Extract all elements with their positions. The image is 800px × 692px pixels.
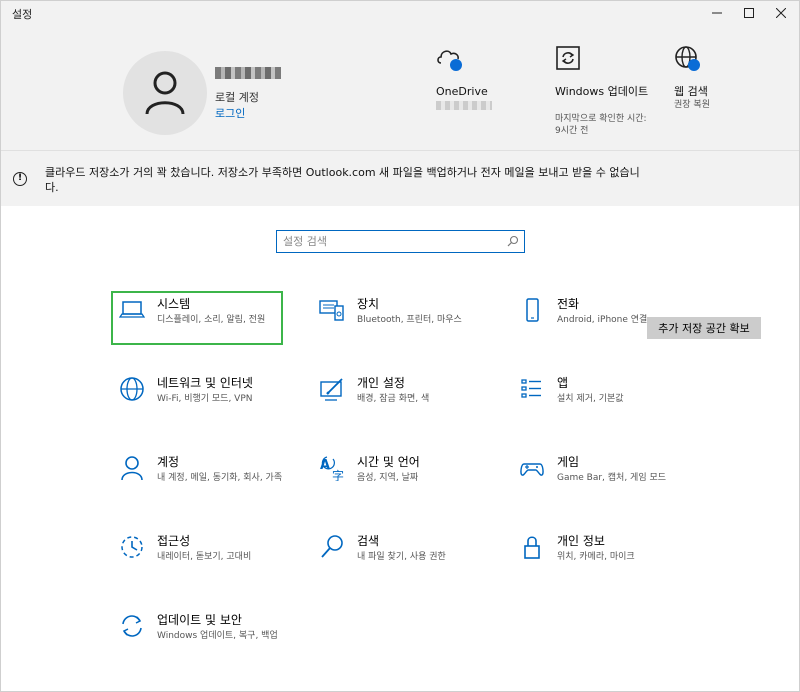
tile-name: 개인 정보 (557, 534, 605, 548)
window-title: 설정 (12, 8, 33, 21)
onedrive-cloud-icon (437, 50, 462, 71)
tile-name: 장치 (357, 297, 380, 311)
tile-devices[interactable]: 장치 Bluetooth, 프린터, 마우스 (313, 293, 485, 347)
game-controller-icon (520, 463, 544, 476)
web-search-globe-icon (675, 46, 700, 71)
tile-network[interactable]: 네트워크 및 인터넷 Wi-Fi, 비행기 모드, VPN (113, 372, 285, 426)
tile-desc: Windows 업데이트, 복구, 백업 (157, 631, 278, 641)
close-button[interactable] (763, 1, 799, 25)
svg-text:A: A (320, 458, 330, 473)
globe-icon (120, 377, 144, 401)
settings-window: 설정 로컬 계정 로그인 OneDrive Windows 업데이트 마지막으로… (0, 0, 800, 692)
ease-of-access-icon (121, 536, 143, 558)
magnifier-icon (321, 535, 343, 558)
tile-desc: 내 계정, 메일, 동기화, 회사, 가족 (157, 473, 283, 483)
devices-icon (319, 300, 344, 321)
tile-update-security[interactable]: 업데이트 및 보안 Windows 업데이트, 복구, 백업 (113, 609, 285, 663)
tile-desc: 디스플레이, 소리, 알림, 전원 (157, 315, 266, 325)
tile-desc: Android, iPhone 연결 (557, 315, 648, 325)
tile-accessibility[interactable]: 접근성 내레이터, 돋보기, 고대비 (113, 530, 285, 584)
tile-time-language[interactable]: A 字 시간 및 언어 음성, 지역, 날짜 (313, 451, 485, 505)
tile-desc: Game Bar, 캡처, 게임 모드 (557, 473, 667, 483)
tile-desc: 위치, 카메라, 마이크 (557, 552, 635, 562)
tile-search[interactable]: 검색 내 파일 찾기, 사용 권한 (313, 530, 485, 584)
tile-name: 접근성 (157, 534, 191, 548)
laptop-icon (119, 301, 145, 318)
search-icon (507, 235, 519, 247)
tile-accounts[interactable]: 계정 내 계정, 메일, 동기화, 회사, 가족 (113, 451, 285, 505)
web-search-sub: 권장 복원 (674, 100, 710, 110)
tile-phone[interactable]: 전화 Android, iPhone 연결 (513, 293, 685, 347)
account-type: 로컬 계정 (215, 91, 259, 104)
onedrive-status-redacted (436, 101, 492, 110)
tile-name: 업데이트 및 보안 (157, 613, 242, 627)
personalization-icon (320, 378, 343, 401)
title-bar: 설정 (1, 1, 799, 25)
storage-warning-banner: ! 클라우드 저장소가 거의 꽉 찼습니다. 저장소가 부족하면 Outlook… (1, 150, 799, 339)
username-redacted (215, 67, 281, 79)
person-icon (121, 456, 143, 481)
login-link[interactable]: 로그인 (215, 105, 245, 121)
minimize-button[interactable] (699, 1, 735, 25)
tile-system[interactable]: 시스템 디스플레이, 소리, 알림, 전원 (111, 291, 283, 345)
tile-desc: 음성, 지역, 날짜 (357, 473, 419, 483)
tile-name: 게임 (557, 455, 580, 469)
tile-name: 계정 (157, 455, 180, 469)
time-language-icon: A 字 (320, 456, 344, 481)
account-header: 로컬 계정 로그인 OneDrive Windows 업데이트 마지막으로 확인… (1, 25, 799, 150)
warning-icon: ! (13, 172, 27, 186)
tile-personalization[interactable]: 개인 설정 배경, 잠금 화면, 색 (313, 372, 485, 426)
update-sync-icon (122, 615, 142, 637)
tile-privacy[interactable]: 개인 정보 위치, 카메라, 마이크 (513, 530, 685, 584)
tile-desc: 내 파일 찾기, 사용 권한 (357, 552, 446, 562)
tile-name: 시스템 (157, 297, 191, 311)
web-search-label: 웹 검색 (674, 85, 708, 98)
tile-apps[interactable]: 앱 설치 제거, 기본값 (513, 372, 685, 426)
tile-desc: Wi-Fi, 비행기 모드, VPN (157, 394, 253, 404)
apps-list-icon (521, 379, 541, 398)
onedrive-label: OneDrive (436, 85, 488, 98)
maximize-button[interactable] (731, 1, 767, 25)
avatar[interactable] (123, 51, 207, 135)
tile-gaming[interactable]: 게임 Game Bar, 캡처, 게임 모드 (513, 451, 685, 505)
tile-desc: 배경, 잠금 화면, 색 (357, 394, 430, 404)
tile-desc: 설치 제거, 기본값 (557, 394, 624, 404)
tile-name: 앱 (557, 376, 569, 390)
tile-name: 네트워크 및 인터넷 (157, 376, 253, 390)
phone-icon (526, 298, 539, 322)
lock-icon (524, 536, 540, 559)
tile-name: 개인 설정 (357, 376, 405, 390)
banner-message: 클라우드 저장소가 거의 꽉 찼습니다. 저장소가 부족하면 Outlook.c… (45, 166, 640, 194)
settings-search-box[interactable] (276, 230, 525, 253)
windows-update-icon (556, 46, 580, 70)
search-input[interactable] (283, 233, 503, 250)
windows-update-sub: 마지막으로 확인한 시간: 9시간 전 (555, 114, 647, 136)
tile-desc: Bluetooth, 프린터, 마우스 (357, 315, 462, 325)
tile-name: 전화 (557, 297, 580, 311)
tile-name: 시간 및 언어 (357, 455, 420, 469)
windows-update-label: Windows 업데이트 (555, 85, 649, 98)
tile-name: 검색 (357, 534, 380, 548)
tile-desc: 내레이터, 돋보기, 고대비 (157, 552, 252, 562)
user-icon (145, 71, 185, 115)
svg-text:字: 字 (332, 468, 344, 481)
